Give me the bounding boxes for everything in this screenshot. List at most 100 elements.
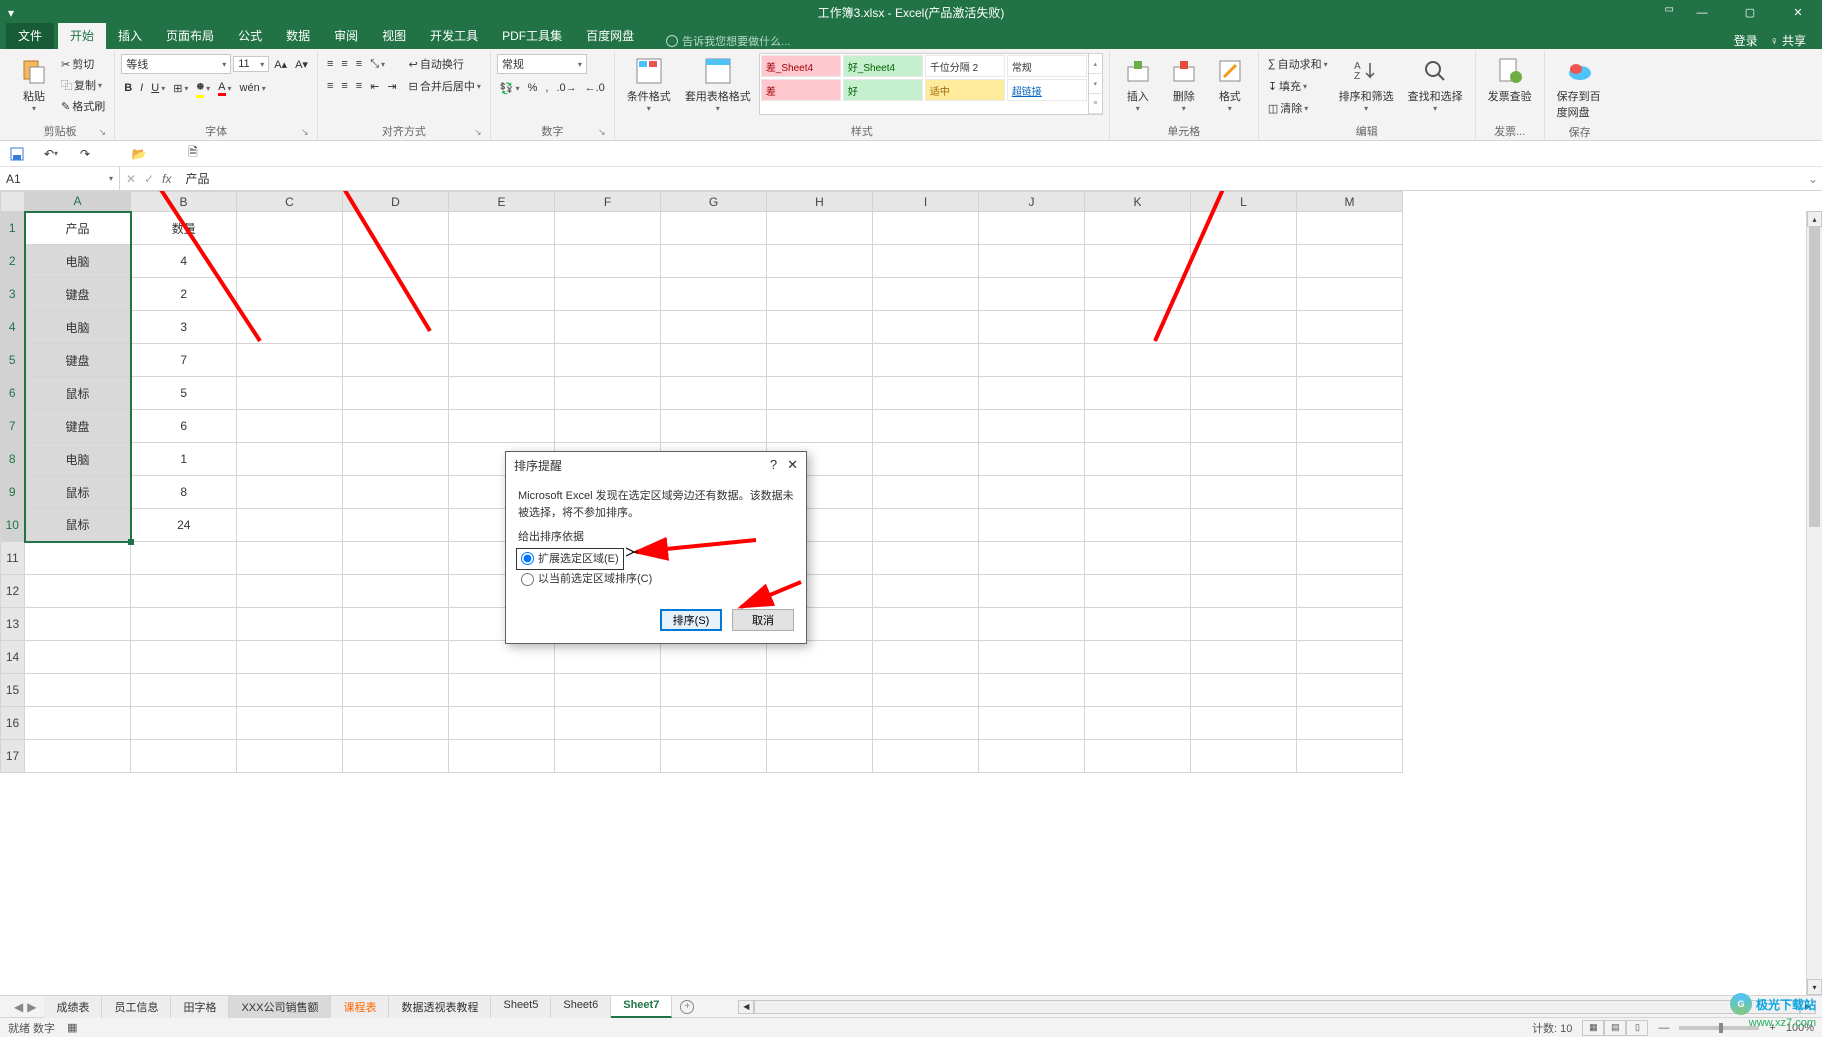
cell[interactable] xyxy=(979,377,1085,410)
style-good-sheet4[interactable]: 好_Sheet4 xyxy=(843,55,923,77)
tab-nav-next[interactable]: ▶ xyxy=(27,1000,36,1014)
column-header[interactable]: F xyxy=(555,192,661,212)
row-header[interactable]: 10 xyxy=(1,509,25,542)
cell[interactable] xyxy=(767,377,873,410)
cell[interactable] xyxy=(661,377,767,410)
cell[interactable] xyxy=(343,245,449,278)
column-header[interactable]: L xyxy=(1191,192,1297,212)
cell[interactable] xyxy=(1085,212,1191,245)
row-header[interactable]: 4 xyxy=(1,311,25,344)
column-header[interactable]: I xyxy=(873,192,979,212)
expand-selection-radio[interactable]: 扩展选定区域(E) xyxy=(518,550,622,569)
cell[interactable] xyxy=(555,212,661,245)
cell[interactable] xyxy=(979,410,1085,443)
cell[interactable] xyxy=(979,674,1085,707)
cell[interactable] xyxy=(1191,212,1297,245)
cell[interactable] xyxy=(1085,311,1191,344)
cell[interactable] xyxy=(449,311,555,344)
cell[interactable] xyxy=(1191,443,1297,476)
cell[interactable] xyxy=(1191,509,1297,542)
row-header[interactable]: 9 xyxy=(1,476,25,509)
redo-icon[interactable]: ↷ xyxy=(76,145,94,163)
cell[interactable] xyxy=(25,674,131,707)
copy-button[interactable]: ⿻复制▾ xyxy=(58,75,108,95)
cell[interactable] xyxy=(979,278,1085,311)
cell[interactable] xyxy=(1085,344,1191,377)
cell[interactable] xyxy=(767,707,873,740)
indent-dec-button[interactable]: ⇤ xyxy=(367,79,382,94)
percent-button[interactable]: % xyxy=(525,81,541,95)
style-hyperlink[interactable]: 超链接 xyxy=(1007,79,1087,101)
select-all-corner[interactable] xyxy=(1,192,25,212)
hscroll-left[interactable]: ◀ xyxy=(738,1000,754,1014)
column-header[interactable]: H xyxy=(767,192,873,212)
layout-tab[interactable]: 页面布局 xyxy=(154,23,226,49)
cell[interactable] xyxy=(661,674,767,707)
sheet-tab[interactable]: 课程表 xyxy=(331,996,389,1018)
cell[interactable] xyxy=(1191,245,1297,278)
cell[interactable] xyxy=(873,476,979,509)
cell[interactable]: 电脑 xyxy=(25,443,131,476)
cell[interactable] xyxy=(237,707,343,740)
cell[interactable] xyxy=(873,641,979,674)
cell[interactable] xyxy=(1297,377,1403,410)
cell[interactable] xyxy=(131,707,237,740)
cell[interactable] xyxy=(1297,542,1403,575)
cell[interactable] xyxy=(555,641,661,674)
cell[interactable] xyxy=(343,542,449,575)
fx-icon[interactable]: fx xyxy=(162,172,171,186)
scroll-up-button[interactable]: ▴ xyxy=(1807,211,1822,227)
cell[interactable] xyxy=(1085,278,1191,311)
align-middle-button[interactable]: ≡ xyxy=(338,57,350,71)
cell[interactable]: 数量 xyxy=(131,212,237,245)
merge-center-button[interactable]: ⊟合并后居中▾ xyxy=(406,76,484,96)
phonetic-button[interactable]: wén▾ xyxy=(237,81,269,95)
row-header[interactable]: 11 xyxy=(1,542,25,575)
cell[interactable] xyxy=(979,509,1085,542)
cell[interactable] xyxy=(767,740,873,773)
sort-filter-button[interactable]: AZ排序和筛选▾ xyxy=(1333,53,1400,119)
cell[interactable] xyxy=(1297,278,1403,311)
cell[interactable]: 键盘 xyxy=(25,410,131,443)
cell[interactable]: 3 xyxy=(131,311,237,344)
insert-tab[interactable]: 插入 xyxy=(106,23,154,49)
cell[interactable] xyxy=(237,410,343,443)
cell[interactable] xyxy=(131,674,237,707)
cell[interactable] xyxy=(1085,410,1191,443)
currency-button[interactable]: 💱▾ xyxy=(497,81,523,96)
minimize-button[interactable]: — xyxy=(1682,4,1722,22)
cell[interactable] xyxy=(1085,476,1191,509)
data-tab[interactable]: 数据 xyxy=(274,23,322,49)
wrap-text-button[interactable]: ↩自动换行 xyxy=(406,54,484,74)
cell[interactable] xyxy=(343,311,449,344)
cell[interactable] xyxy=(131,575,237,608)
cell[interactable] xyxy=(343,410,449,443)
cell[interactable] xyxy=(873,740,979,773)
macro-record-icon[interactable]: ▦ xyxy=(67,1021,77,1034)
sheet-tab[interactable]: 员工信息 xyxy=(102,996,171,1018)
cell-styles-gallery[interactable]: 差_Sheet4 好_Sheet4 千位分隔 2 常规 差 好 适中 超链接 ▴… xyxy=(759,53,1103,115)
vertical-scrollbar[interactable]: ▴ ▾ xyxy=(1806,211,1822,995)
row-header[interactable]: 8 xyxy=(1,443,25,476)
cell[interactable] xyxy=(237,344,343,377)
cell[interactable] xyxy=(979,542,1085,575)
column-header[interactable]: D xyxy=(343,192,449,212)
cell[interactable]: 鼠标 xyxy=(25,476,131,509)
cell[interactable] xyxy=(767,245,873,278)
cell[interactable] xyxy=(237,542,343,575)
cell[interactable] xyxy=(449,740,555,773)
file-tab[interactable]: 文件 xyxy=(6,23,54,49)
cell[interactable] xyxy=(555,707,661,740)
cell[interactable] xyxy=(767,344,873,377)
sheet-tab[interactable]: XXX公司销售额 xyxy=(229,996,331,1018)
cell[interactable] xyxy=(873,674,979,707)
cell[interactable] xyxy=(237,212,343,245)
cell[interactable] xyxy=(131,641,237,674)
cell[interactable] xyxy=(343,278,449,311)
cell[interactable] xyxy=(661,278,767,311)
cell[interactable] xyxy=(555,311,661,344)
cell[interactable] xyxy=(767,641,873,674)
cell[interactable] xyxy=(1085,707,1191,740)
cell[interactable] xyxy=(767,410,873,443)
cell[interactable]: 1 xyxy=(131,443,237,476)
